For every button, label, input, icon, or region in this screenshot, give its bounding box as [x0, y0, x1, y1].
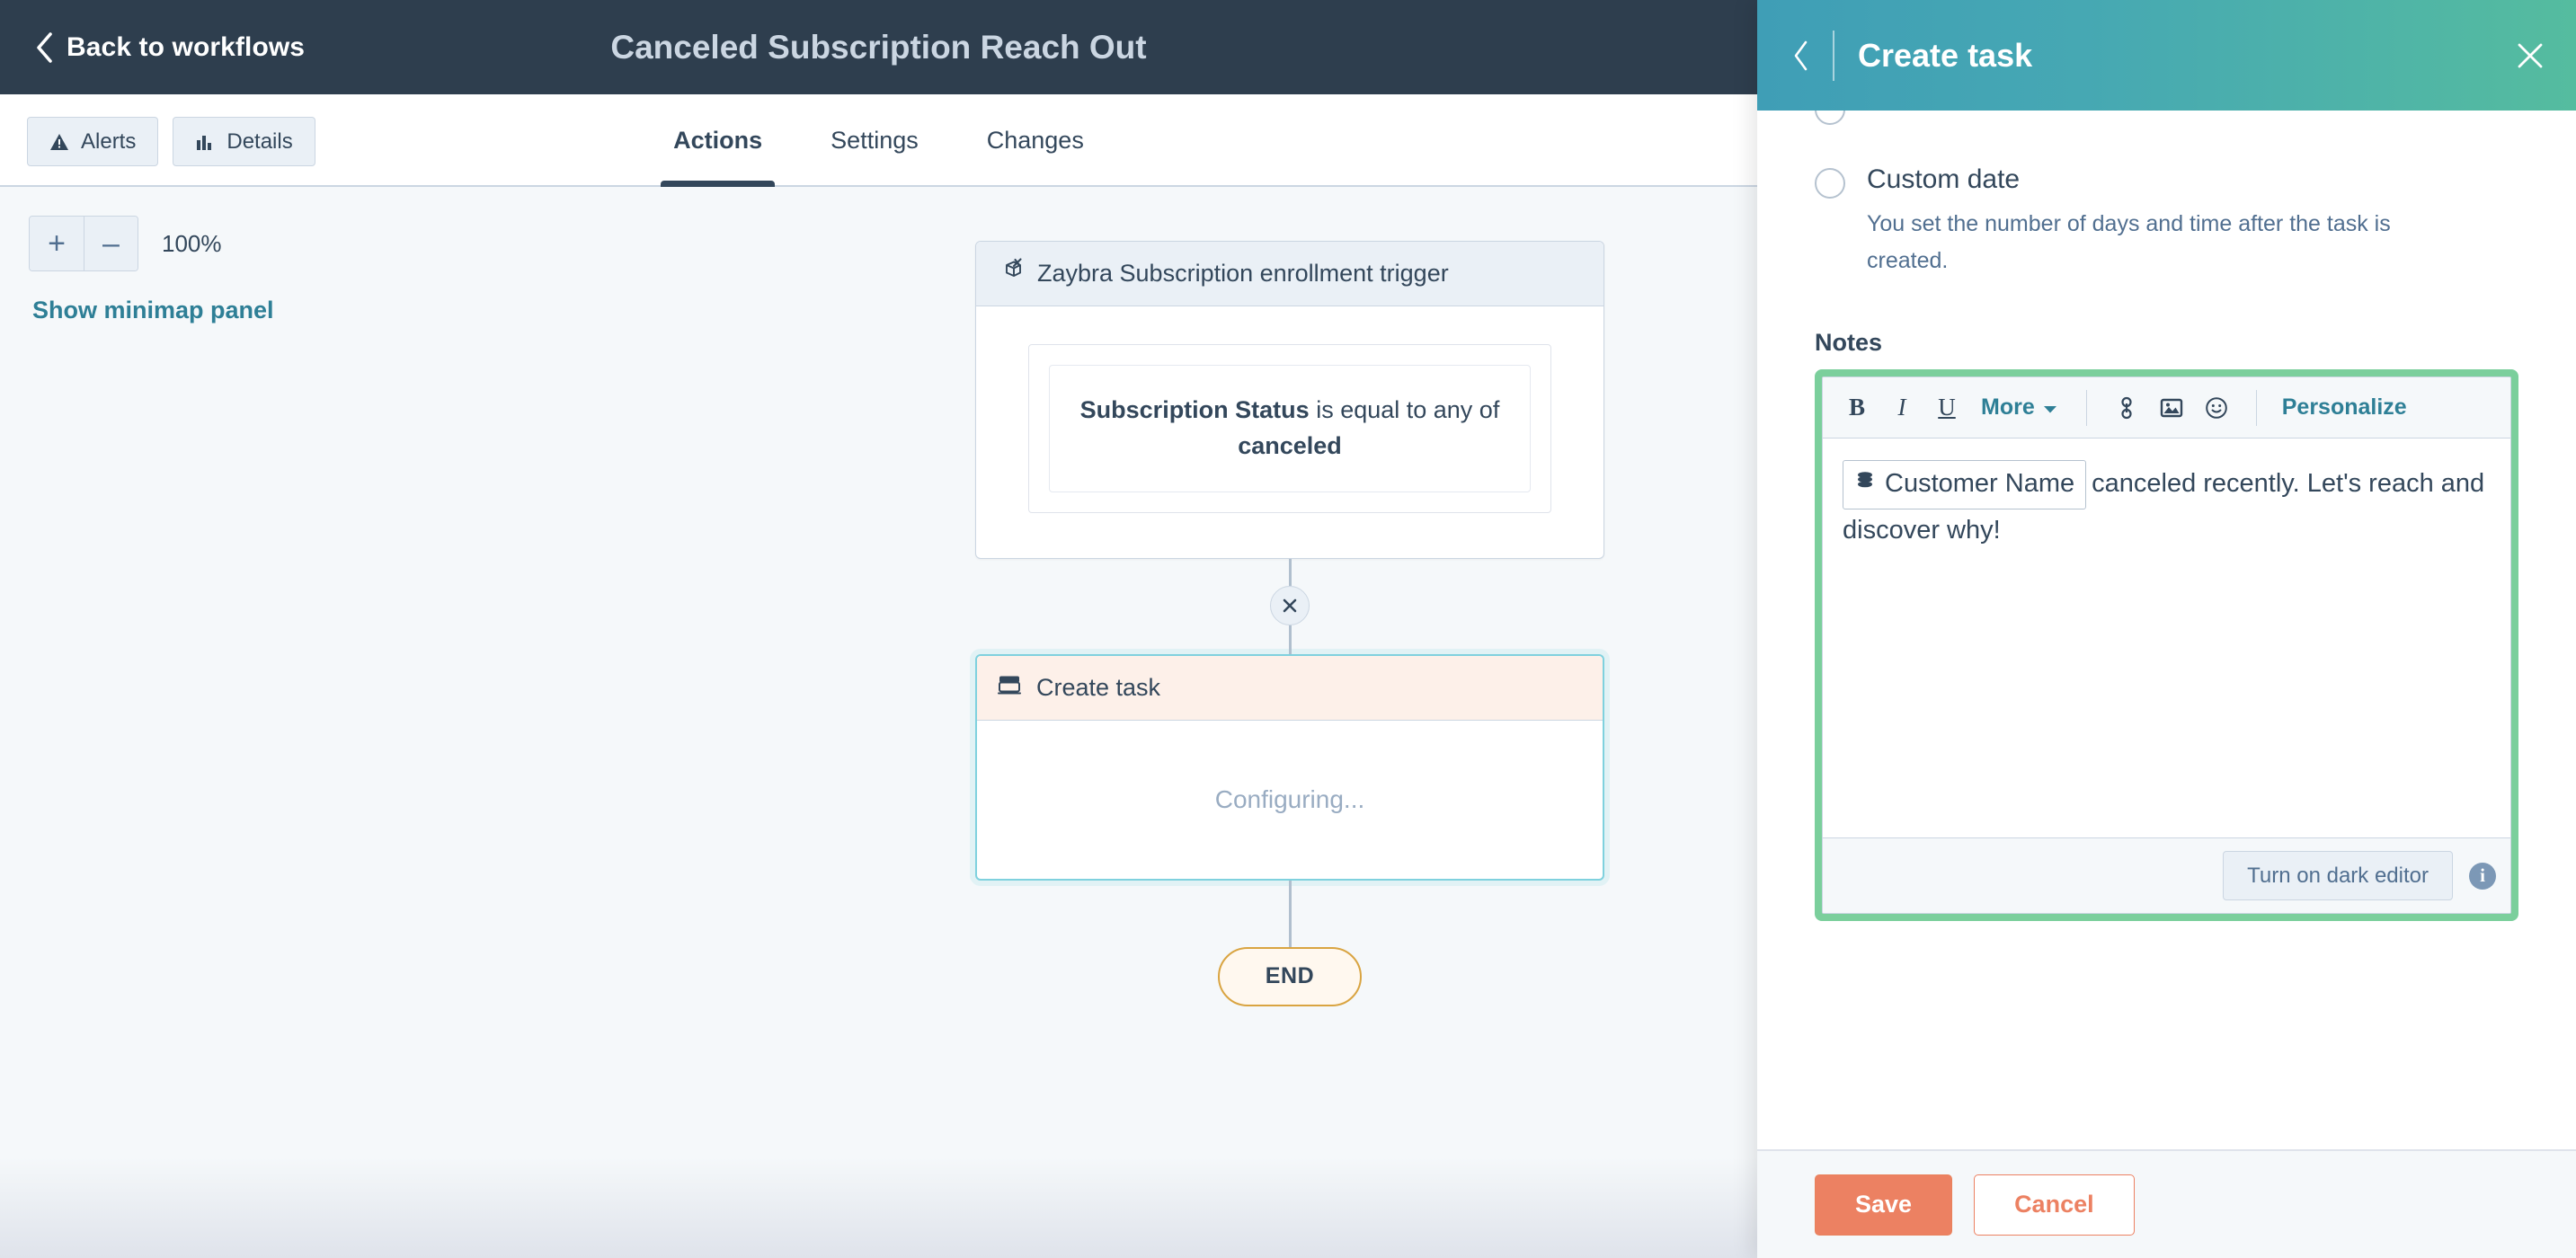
tab-settings[interactable]: Settings	[796, 94, 953, 187]
custom-date-text: Custom date You set the number of days a…	[1867, 164, 2460, 279]
toolbar-divider	[2255, 389, 2257, 426]
create-task-panel: Create task Custom date You set the numb…	[1757, 0, 2576, 1258]
notes-editor-content[interactable]: Customer Name canceled recently. Let's r…	[1823, 439, 2510, 837]
chevron-down-icon	[2043, 394, 2057, 421]
connector-action-to-end: END	[975, 880, 1604, 1006]
connector-line	[1288, 880, 1292, 947]
zoom-in-button[interactable]: +	[30, 217, 84, 270]
image-icon[interactable]	[2152, 387, 2191, 429]
bold-button[interactable]: B	[1837, 387, 1877, 429]
personalization-token[interactable]: Customer Name	[1843, 460, 2087, 509]
workflow-tabs: Actions Settings Changes	[0, 94, 1757, 187]
workflow-canvas[interactable]: + – 100% Show minimap panel Zaybra Subsc…	[0, 187, 1757, 1258]
panel-footer: Save Cancel	[1757, 1149, 2576, 1258]
panel-header: Create task	[1757, 0, 2576, 111]
condition-row: Subscription Status is equal to any of c…	[1049, 365, 1531, 492]
workflow-editor-region: Back to workflows Canceled Subscription …	[0, 0, 1757, 1258]
zoom-level-label: 100%	[162, 229, 222, 257]
cube-trigger-icon	[996, 257, 1023, 290]
tab-changes[interactable]: Changes	[953, 94, 1118, 187]
connector-line	[1288, 625, 1292, 654]
save-button[interactable]: Save	[1815, 1174, 1953, 1236]
condition-value: canceled	[1238, 431, 1342, 459]
more-label: More	[1981, 394, 2035, 420]
connector-line	[1288, 558, 1292, 586]
task-card-icon	[997, 672, 1022, 704]
panel-header-divider	[1833, 30, 1834, 81]
italic-button[interactable]: I	[1882, 387, 1922, 429]
link-icon[interactable]	[2107, 387, 2146, 429]
emoji-icon[interactable]	[2197, 387, 2236, 429]
personalize-button[interactable]: Personalize	[2277, 394, 2412, 421]
create-task-node[interactable]: Create task Configuring...	[975, 653, 1604, 881]
condition-group: Subscription Status is equal to any of c…	[1028, 344, 1551, 513]
radio-circle[interactable]	[1815, 168, 1845, 199]
app-root: Back to workflows Canceled Subscription …	[0, 0, 2576, 1258]
panel-back-icon[interactable]	[1781, 35, 1822, 76]
action-node-title: Create task	[1036, 673, 1161, 701]
underline-button[interactable]: U	[1927, 387, 1967, 429]
due-date-option-custom-date[interactable]: Custom date You set the number of days a…	[1815, 164, 2518, 279]
enrollment-trigger-node[interactable]: Zaybra Subscription enrollment trigger S…	[975, 241, 1604, 559]
more-formatting-dropdown[interactable]: More	[1972, 394, 2066, 421]
notes-editor[interactable]: B I U More Personalize Customer Name can…	[1822, 377, 2511, 914]
tab-actions[interactable]: Actions	[639, 94, 796, 187]
notes-label: Notes	[1815, 329, 1883, 356]
back-to-workflows-label: Back to workflows	[67, 31, 306, 62]
custom-date-description: You set the number of days and time afte…	[1867, 211, 2391, 273]
cancel-button[interactable]: Cancel	[1974, 1174, 2135, 1236]
trigger-node-header: Zaybra Subscription enrollment trigger	[976, 242, 1603, 306]
radio-circle[interactable]	[1815, 111, 1845, 125]
token-label: Customer Name	[1885, 469, 2075, 498]
show-minimap-panel-link[interactable]: Show minimap panel	[32, 297, 274, 324]
end-node: END	[1218, 946, 1362, 1006]
action-node-status: Configuring...	[1214, 784, 1365, 813]
toolbar-divider	[2085, 389, 2087, 426]
condition-property: Subscription Status	[1079, 396, 1310, 423]
panel-body: Custom date You set the number of days a…	[1757, 111, 2576, 1149]
editor-toolbar: B I U More Personalize	[1823, 377, 2510, 439]
close-icon[interactable]	[2509, 35, 2551, 76]
top-navigation-bar: Back to workflows Canceled Subscription …	[0, 0, 1757, 94]
zoom-out-button[interactable]: –	[84, 217, 138, 270]
connector-trigger-to-action	[975, 558, 1604, 654]
remove-connector-button[interactable]	[1270, 585, 1310, 625]
trigger-node-body: Subscription Status is equal to any of c…	[976, 306, 1603, 558]
database-icon	[1854, 463, 1876, 505]
workflow-flow: Zaybra Subscription enrollment trigger S…	[975, 241, 1604, 1006]
due-date-option-previous-radio[interactable]	[1815, 111, 1845, 125]
turn-on-dark-editor-button[interactable]: Turn on dark editor	[2223, 851, 2453, 900]
action-node-header: Create task	[977, 655, 1603, 721]
workflow-subheader: Alerts Details Actions Settings Changes	[0, 94, 1757, 187]
custom-date-label: Custom date	[1867, 164, 2021, 194]
editor-footer: Turn on dark editor i	[1823, 837, 2510, 913]
zoom-button-group: + –	[29, 216, 138, 271]
trigger-node-title: Zaybra Subscription enrollment trigger	[1037, 260, 1449, 287]
notes-editor-focus-ring: B I U More Personalize Customer Name can…	[1815, 369, 2518, 921]
panel-title: Create task	[1858, 36, 2033, 74]
back-to-workflows-link[interactable]: Back to workflows	[34, 32, 305, 63]
zoom-controls: + – 100%	[29, 216, 222, 271]
condition-operator: is equal to any of	[1309, 396, 1500, 423]
info-icon[interactable]: i	[2469, 862, 2496, 890]
chevron-left-icon	[34, 31, 54, 63]
